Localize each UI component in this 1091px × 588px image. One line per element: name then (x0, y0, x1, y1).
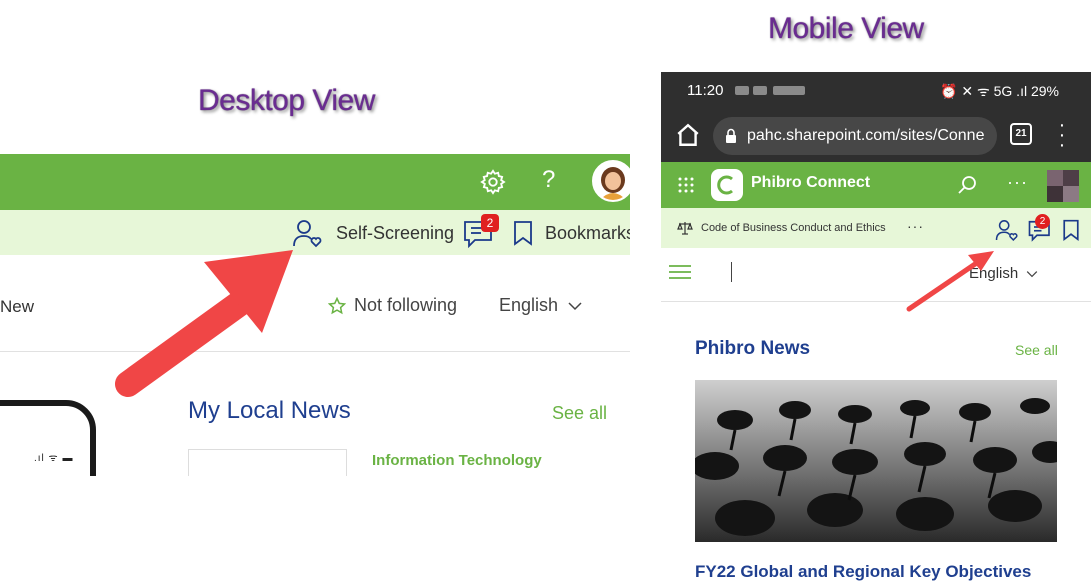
phone-status-icons: .ıl ᯤ ▬ (34, 453, 74, 464)
news-image[interactable] (695, 380, 1057, 542)
url-text: pahc.sharepoint.com/sites/Conne (747, 127, 985, 144)
status-right-icons: ⏰ ✕ ᯤ 5G .ıl 29% (940, 83, 1059, 99)
self-screening-icon (293, 220, 322, 248)
battery-percent: 29% (1030, 83, 1059, 99)
browser-toolbar: pahc.sharepoint.com/sites/Conne 21 · · · (661, 110, 1091, 162)
bookmarks-link[interactable]: Bookmarks (513, 218, 630, 248)
address-bar[interactable]: pahc.sharepoint.com/sites/Conne (713, 117, 997, 155)
self-screening-label: Self-Screening (336, 222, 455, 243)
search-icon[interactable] (957, 175, 977, 195)
notification-icon (773, 86, 805, 95)
avatar[interactable] (1047, 170, 1079, 202)
chat-count-badge: 2 (481, 214, 499, 232)
site-logo[interactable] (711, 169, 743, 201)
suite-bar: ? (0, 154, 630, 210)
scale-icon (677, 222, 693, 235)
code-of-conduct-link[interactable]: Code of Business Conduct and Ethics (677, 220, 886, 236)
bookmarks-label: Bookmarks (545, 222, 630, 243)
language-selector[interactable]: English (499, 295, 582, 316)
avatar-image (594, 162, 630, 200)
self-screening-icon[interactable] (995, 217, 1021, 243)
site-logo-mark (717, 175, 733, 195)
notification-icon (735, 86, 749, 95)
text-cursor (731, 262, 732, 282)
bookmark-icon[interactable] (1062, 219, 1080, 241)
news-headline[interactable]: FY22 Global and Regional Key Objectives (695, 562, 1031, 582)
browser-menu-icon[interactable]: · · · (1057, 115, 1067, 155)
language-label: English (969, 265, 1019, 282)
chat-count-badge: 2 (1035, 214, 1050, 229)
language-selector[interactable]: English (969, 265, 1038, 282)
chevron-down-icon (568, 301, 582, 310)
follow-button[interactable]: Not following (328, 295, 457, 316)
notification-icon (753, 86, 767, 95)
news-section-title: Phibro News (695, 338, 811, 359)
divider (661, 301, 1091, 302)
suite-bar: Phibro Connect ··· (661, 162, 1091, 208)
more-icon[interactable]: ··· (1007, 172, 1028, 193)
more-icon[interactable]: ··· (907, 218, 924, 234)
language-label: English (499, 295, 559, 315)
news-card-thumbnail[interactable] (188, 449, 347, 476)
screenshot-stage: Desktop View Mobile View ? Self-Screenin… (0, 0, 1091, 588)
phone-status-bar: 11:20 ⏰ ✕ ᯤ 5G .ıl 29% (661, 72, 1091, 110)
chevron-down-icon (1026, 270, 1038, 277)
gear-icon[interactable] (479, 168, 507, 196)
chairs-photo (695, 380, 1057, 542)
local-news-title: My Local News (188, 397, 351, 424)
help-icon[interactable]: ? (542, 166, 555, 194)
see-all-link[interactable]: See all (1015, 342, 1058, 358)
new-menu[interactable]: New (0, 297, 34, 317)
desktop-view: ? Self-Screening 2 Bookmarks New Not fol… (0, 154, 630, 476)
lock-icon (726, 128, 736, 143)
code-of-conduct-label: Code of Business Conduct and Ethics (701, 222, 886, 234)
divider (0, 351, 630, 352)
bookmark-icon (514, 221, 532, 246)
site-name[interactable]: Phibro Connect (751, 174, 870, 192)
phone-illustration (0, 400, 96, 476)
star-icon (328, 296, 346, 314)
news-category[interactable]: Information Technology (372, 452, 542, 469)
mobile-view: 11:20 ⏰ ✕ ᯤ 5G .ıl 29% pahc.sharepoint.c… (661, 72, 1091, 588)
desktop-view-caption: Desktop View (198, 84, 375, 117)
follow-label: Not following (354, 295, 458, 315)
status-time: 11:20 (687, 82, 724, 99)
avatar[interactable] (592, 160, 630, 202)
waffle-icon[interactable] (678, 177, 694, 193)
self-screening-link[interactable]: Self-Screening (292, 216, 454, 250)
hamburger-icon[interactable] (669, 265, 691, 279)
see-all-link[interactable]: See all (552, 403, 607, 424)
home-icon[interactable] (675, 122, 701, 148)
avatar-image (1047, 170, 1079, 202)
mobile-view-caption: Mobile View (768, 12, 924, 45)
tab-switcher-button[interactable]: 21 (1010, 123, 1032, 145)
